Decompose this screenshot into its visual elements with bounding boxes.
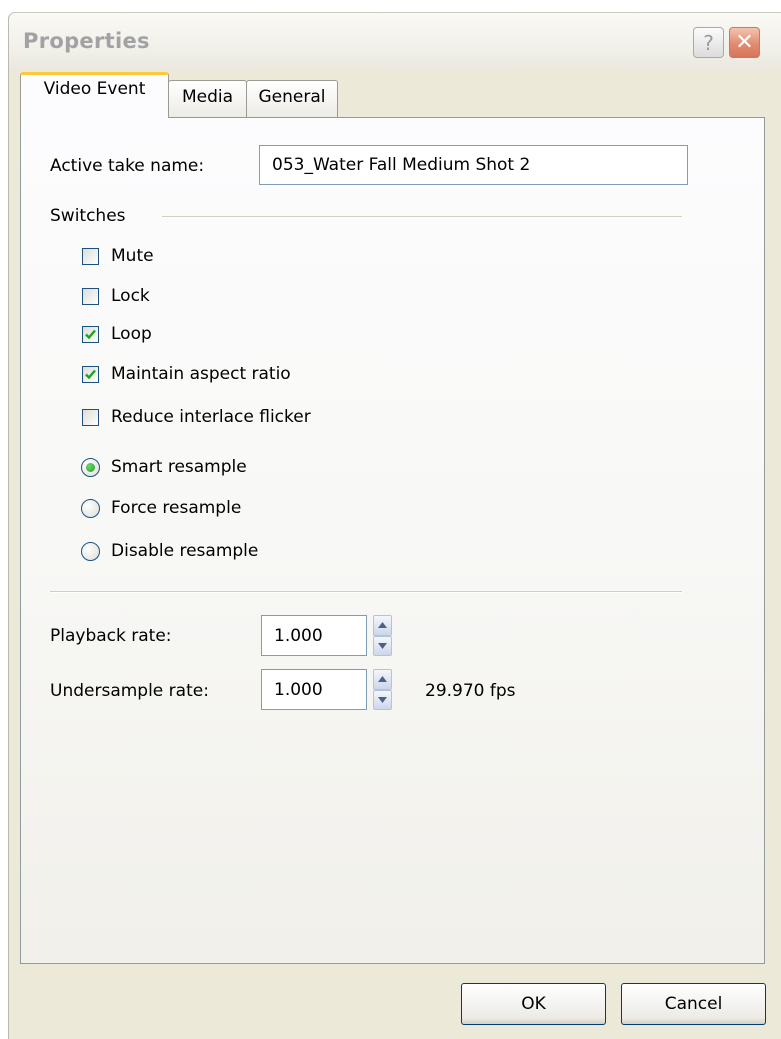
tab-label: Video Event [43, 79, 146, 99]
section-divider [50, 591, 682, 593]
mute-checkbox[interactable] [82, 248, 99, 265]
close-button[interactable]: ✕ [729, 27, 760, 58]
tab-label: Media [181, 87, 234, 107]
arrow-down-icon [378, 696, 387, 703]
arrow-up-icon [378, 676, 387, 683]
lock-checkbox[interactable] [82, 288, 99, 305]
smart-resample-radio[interactable] [81, 458, 100, 477]
checkmark-icon [85, 369, 96, 380]
arrow-up-icon [378, 622, 387, 629]
smart-resample-label: Smart resample [111, 457, 247, 477]
disable-resample-radio[interactable] [81, 542, 100, 561]
undersample-rate-label: Undersample rate: [50, 681, 209, 701]
cancel-button[interactable]: Cancel [621, 983, 766, 1025]
force-resample-radio[interactable] [81, 499, 100, 518]
active-take-value: 053_Water Fall Medium Shot 2 [272, 155, 531, 175]
force-resample-label: Force resample [111, 498, 242, 518]
loop-checkbox[interactable] [82, 326, 99, 343]
playback-rate-label: Playback rate: [50, 626, 172, 646]
tab-media[interactable]: Media [168, 80, 247, 118]
playback-rate-input[interactable]: 1.000 [261, 615, 367, 656]
arrow-down-icon [378, 642, 387, 649]
maintain-aspect-ratio-label: Maintain aspect ratio [111, 364, 291, 384]
active-take-label: Active take name: [50, 156, 205, 176]
loop-label: Loop [111, 324, 152, 344]
maintain-aspect-ratio-checkbox[interactable] [82, 366, 99, 383]
title-bar[interactable]: Properties ? ✕ [9, 13, 781, 69]
ok-button[interactable]: OK [461, 983, 606, 1025]
reduce-interlace-flicker-checkbox[interactable] [82, 409, 99, 426]
spin-up-button[interactable] [373, 669, 392, 690]
spin-up-button[interactable] [373, 615, 392, 636]
close-icon: ✕ [735, 30, 754, 55]
spin-down-button[interactable] [373, 689, 392, 710]
tab-label: General [258, 87, 326, 107]
reduce-interlace-flicker-label: Reduce interlace flicker [111, 407, 311, 427]
undersample-rate-input[interactable]: 1.000 [261, 669, 367, 710]
active-take-input[interactable]: 053_Water Fall Medium Shot 2 [259, 145, 688, 185]
cancel-button-label: Cancel [664, 994, 723, 1014]
switches-group-divider [162, 216, 682, 218]
window-title: Properties [23, 29, 150, 53]
ok-button-label: OK [521, 994, 546, 1014]
undersample-rate-spinner[interactable] [373, 669, 392, 710]
undersample-rate-value: 1.000 [274, 679, 323, 700]
tab-video-event[interactable]: Video Event [20, 72, 169, 118]
disable-resample-label: Disable resample [111, 541, 259, 561]
tab-general[interactable]: General [246, 80, 338, 118]
help-button[interactable]: ? [693, 27, 724, 58]
lock-label: Lock [111, 286, 150, 306]
tab-panel-video-event: Active take name: 053_Water Fall Medium … [20, 117, 765, 964]
radio-selected-dot [86, 463, 95, 472]
checkmark-icon [85, 329, 96, 340]
switches-group-label: Switches [50, 206, 126, 226]
playback-rate-value: 1.000 [274, 625, 323, 646]
mute-label: Mute [111, 246, 154, 266]
help-icon: ? [703, 30, 714, 55]
playback-rate-spinner[interactable] [373, 615, 392, 656]
spin-down-button[interactable] [373, 635, 392, 656]
frame-rate-readout: 29.970 fps [425, 681, 516, 701]
